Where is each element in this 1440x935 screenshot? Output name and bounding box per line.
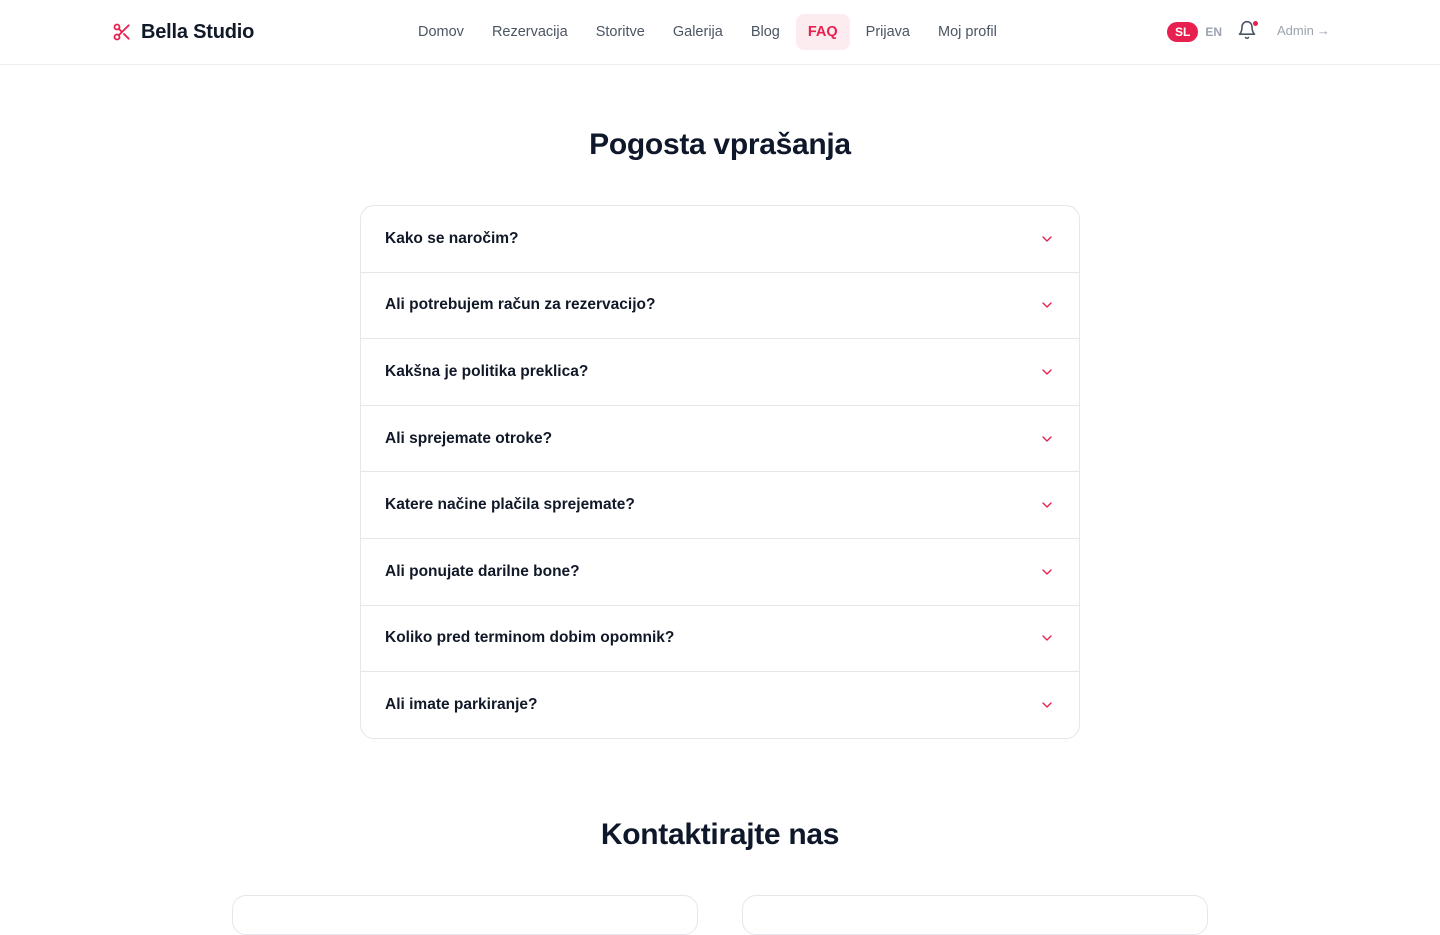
bell-icon <box>1237 20 1257 44</box>
language-switcher: SL EN <box>1167 21 1225 43</box>
chevron-down-icon <box>1039 697 1055 713</box>
faq-question: Ali sprejemate otroke? <box>385 429 553 447</box>
chevron-down-icon <box>1039 231 1055 247</box>
lang-option-sl[interactable]: SL <box>1167 22 1199 42</box>
top-header: Bella Studio Domov Rezervacija Storitve … <box>0 0 1440 65</box>
nav-item-faq[interactable]: FAQ <box>795 14 850 50</box>
faq-item[interactable]: Koliko pred terminom dobim opomnik? <box>361 606 1079 673</box>
admin-link[interactable]: Admin → <box>1277 23 1330 38</box>
notification-badge <box>1252 20 1259 27</box>
faq-item[interactable]: Ali ponujate darilne bone? <box>361 539 1079 606</box>
faq-item[interactable]: Kakšna je politika preklica? <box>361 339 1079 406</box>
faq-item[interactable]: Ali sprejemate otroke? <box>361 406 1079 473</box>
faq-question: Koliko pred terminom dobim opomnik? <box>385 629 675 647</box>
chevron-down-icon <box>1039 297 1055 313</box>
faq-question: Ali potrebujem račun za rezervacijo? <box>385 296 656 314</box>
contact-card-left <box>232 895 698 935</box>
contact-card-right <box>742 895 1208 935</box>
faq-item[interactable]: Ali imate parkiranje? <box>361 672 1079 738</box>
faq-item[interactable]: Katere načine plačila sprejemate? <box>361 472 1079 539</box>
brand-name: Bella Studio <box>141 20 255 43</box>
faq-question: Kakšna je politika preklica? <box>385 362 589 380</box>
nav-item-storitve[interactable]: Storitve <box>584 14 657 50</box>
faq-accordion: Kako se naročim? Ali potrebujem račun za… <box>360 205 1080 739</box>
scissors-icon <box>112 22 132 42</box>
chevron-down-icon <box>1039 630 1055 646</box>
chevron-down-icon <box>1039 431 1055 447</box>
main-nav: Domov Rezervacija Storitve Galerija Blog… <box>406 14 1009 50</box>
faq-question: Ali imate parkiranje? <box>385 696 538 714</box>
lang-option-en[interactable]: EN <box>1202 22 1225 42</box>
nav-item-galerija[interactable]: Galerija <box>661 14 735 50</box>
brand-logo[interactable]: Bella Studio <box>112 18 254 46</box>
faq-question: Kako se naročim? <box>385 229 519 247</box>
nav-item-rezervacija[interactable]: Rezervacija <box>480 14 580 50</box>
nav-item-prijava[interactable]: Prijava <box>854 14 922 50</box>
faq-question: Ali ponujate darilne bone? <box>385 562 580 580</box>
faq-item[interactable]: Kako se naročim? <box>361 206 1079 273</box>
chevron-down-icon <box>1039 364 1055 380</box>
faq-item[interactable]: Ali potrebujem račun za rezervacijo? <box>361 273 1079 340</box>
nav-item-blog[interactable]: Blog <box>739 14 792 50</box>
contact-title: Kontaktirajte nas <box>600 818 840 851</box>
nav-item-domov[interactable]: Domov <box>406 14 476 50</box>
faq-question: Katere načine plačila sprejemate? <box>385 496 635 514</box>
arrow-right-icon: → <box>1316 23 1330 38</box>
faq-title: Pogosta vprašanja <box>589 128 851 161</box>
admin-label: Admin <box>1277 23 1314 38</box>
notifications-button[interactable] <box>1237 20 1259 42</box>
nav-item-moj-profil[interactable]: Moj profil <box>926 14 1009 50</box>
chevron-down-icon <box>1039 564 1055 580</box>
chevron-down-icon <box>1039 497 1055 513</box>
